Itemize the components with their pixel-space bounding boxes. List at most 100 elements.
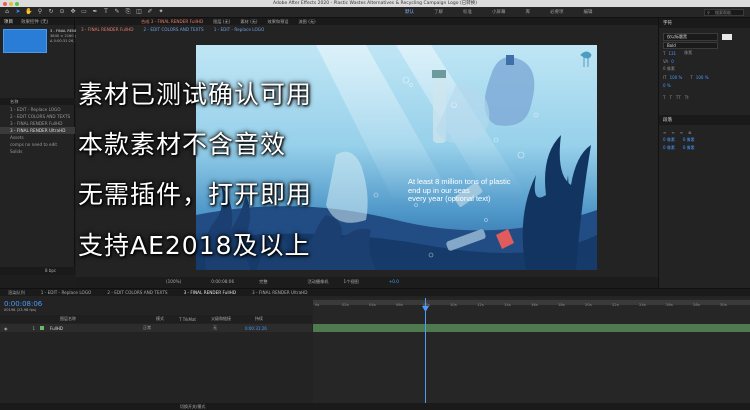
list-item[interactable]: Assets — [0, 134, 75, 141]
eraser-tool-icon[interactable]: ◫ — [135, 8, 143, 16]
type-tool-icon[interactable]: T — [102, 8, 110, 16]
font-style-dropdown[interactable]: Bold — [663, 41, 718, 49]
workspace-learn[interactable]: 了解 — [434, 9, 443, 15]
roto-brush-tool-icon[interactable]: ✐ — [146, 8, 154, 16]
pen-tool-icon[interactable]: ✒ — [91, 8, 99, 16]
current-timecode[interactable]: 0:00:08:06 — [4, 300, 42, 308]
rotate-tool-icon[interactable]: ↻ — [47, 8, 55, 16]
layer-parent-dropdown[interactable]: 无 — [213, 325, 217, 331]
column-header[interactable]: T TrkMat — [179, 317, 196, 322]
workspace-standard[interactable]: 标准 — [463, 9, 472, 15]
visibility-eye-icon[interactable]: ◉ — [4, 326, 8, 331]
all-caps-button[interactable]: TT — [676, 95, 681, 100]
indent-right-value[interactable]: 0 像素 — [663, 145, 675, 151]
minimize-window-button[interactable] — [9, 1, 13, 6]
hand-tool-icon[interactable]: ✋ — [25, 8, 33, 16]
workspace-default[interactable]: 默认 — [405, 9, 414, 15]
tsume-value[interactable]: 0 % — [663, 83, 671, 88]
close-window-button[interactable] — [3, 1, 7, 6]
exposure-value[interactable]: +0.0 — [389, 277, 399, 287]
zoom-tool-icon[interactable]: ⚲ — [36, 8, 44, 16]
selected-item-duration: Δ 0:00:31:26, 23.98 fps — [50, 39, 93, 43]
space-after-value[interactable]: 0 像素 — [683, 145, 695, 151]
workspace-small-screen[interactable]: 小屏幕 — [492, 9, 506, 15]
list-item[interactable]: 3 - FINAL RENDER FullHD — [0, 120, 75, 127]
project-column-header[interactable]: 名称 — [0, 98, 75, 105]
breadcrumb-item[interactable]: 1 - EDIT - Replace LOGO — [209, 25, 270, 34]
vertical-scale-value[interactable]: 100 % — [670, 75, 683, 80]
stroke-width-value[interactable]: 0 像素 — [663, 66, 675, 72]
puppet-tool-icon[interactable]: ✦ — [157, 8, 165, 16]
align-center-icon[interactable]: ≡ — [671, 130, 674, 135]
brush-tool-icon[interactable]: ✎ — [113, 8, 121, 16]
resolution-dropdown[interactable]: 完整 — [259, 277, 267, 287]
clone-stamp-tool-icon[interactable]: ⎘ — [124, 8, 132, 16]
view-layout-dropdown[interactable]: 1个视图 — [343, 277, 358, 287]
layer-duration[interactable]: 0:00:31:26 — [245, 326, 267, 331]
list-item[interactable]: 3 - FINAL RENDER UltraHD — [0, 127, 75, 134]
pan-behind-tool-icon[interactable]: ✥ — [69, 8, 77, 16]
column-header[interactable]: 父级和链接 — [211, 316, 231, 322]
tab-comp-edit-logo[interactable]: 1 - EDIT - Replace LOGO — [33, 289, 100, 296]
tab-comp-final-ultrahd[interactable]: 3 - FINAL RENDER UltraHD — [244, 289, 315, 296]
zoom-level-dropdown[interactable]: (100%) — [166, 277, 181, 287]
font-size-value[interactable]: 131 — [668, 51, 676, 56]
tab-effect-controls[interactable]: 效果控件 (无) — [17, 19, 52, 25]
layer-mode-dropdown[interactable]: 正常 — [143, 325, 151, 331]
list-item[interactable]: 1 - EDIT - Replace LOGO — [0, 106, 75, 113]
toggle-switches-modes-button[interactable]: 切换开关/模式 — [180, 404, 205, 409]
composition-panel-tabs: 合成 3 - FINAL RENDER FullHD 图层 (无) 素材 (无)… — [76, 18, 658, 25]
project-footer-bpc[interactable]: 8 bpc — [0, 267, 75, 275]
workspace-libraries[interactable]: 库 — [526, 9, 531, 15]
indent-left-value[interactable]: 0 像素 — [663, 137, 675, 143]
zoom-window-button[interactable] — [15, 1, 19, 6]
camera-tool-icon[interactable]: ⊙ — [58, 8, 66, 16]
tracking-icon: VA — [663, 58, 669, 64]
home-icon[interactable]: ⌂ — [3, 8, 11, 16]
table-row[interactable]: ◉ 1 FullHD 正常 无 0:00:31:26 — [0, 324, 312, 332]
layer-name[interactable]: FullHD — [50, 326, 63, 331]
space-before-value[interactable]: 0 像素 — [683, 137, 695, 143]
fill-color-swatch[interactable] — [722, 33, 732, 40]
column-header[interactable]: 持续 — [255, 316, 263, 322]
selection-tool-icon[interactable]: ➤ — [14, 8, 22, 16]
workspace-essentials[interactable]: 必要项 — [550, 9, 564, 15]
current-time-display[interactable]: 0:00:08:06 — [211, 277, 234, 287]
tab-flowchart[interactable]: 流图 (无) — [293, 18, 320, 25]
timeline-track-area[interactable] — [313, 298, 750, 410]
justify-icon[interactable]: ≣ — [688, 130, 691, 135]
tab-project[interactable]: 项目 — [0, 19, 17, 25]
list-item[interactable]: comps no need to edit — [0, 141, 75, 148]
layer-duration-bar[interactable] — [313, 324, 750, 332]
time-ruler[interactable]: 0s 02s 04s 06s 08s 10s 12s 14s 16s 18s 2… — [313, 298, 750, 312]
tab-composition[interactable]: 合成 3 - FINAL RENDER FullHD — [136, 18, 208, 25]
tab-effects-presets[interactable]: 效果和预设 — [263, 18, 294, 25]
breadcrumb-item[interactable]: 3 - FINAL RENDER FullHD — [76, 25, 138, 34]
search-help-input[interactable]: ⚲ 搜索帮助 — [704, 8, 744, 16]
faux-bold-button[interactable]: T — [663, 95, 665, 100]
layer-label-color[interactable] — [40, 326, 45, 330]
align-right-icon[interactable]: ≡ — [680, 130, 683, 135]
column-header[interactable]: 图层名称 — [60, 316, 76, 322]
workspace-editing[interactable]: 编辑 — [584, 9, 593, 15]
playhead[interactable] — [425, 298, 426, 410]
tab-comp-edit-colors[interactable]: 2 - EDIT COLORS AND TEXTS — [99, 289, 175, 296]
small-caps-button[interactable]: Tt — [685, 95, 689, 100]
tab-render-queue[interactable]: 渲染队列 — [0, 289, 33, 296]
list-item[interactable]: Solids — [0, 148, 75, 155]
tracking-value[interactable]: 0 — [671, 59, 674, 64]
faux-italic-button[interactable]: T — [669, 95, 671, 100]
active-camera-dropdown[interactable]: 活动摄像机 — [308, 277, 329, 287]
font-family-dropdown[interactable]: 仅以标题黑 — [663, 32, 718, 41]
tab-comp-final-fullhd[interactable]: 3 - FINAL RENDER FullHD — [176, 289, 244, 296]
horizontal-scale-value[interactable]: 100 % — [696, 75, 709, 80]
list-item[interactable]: 2 - EDIT COLORS AND TEXTS — [0, 113, 75, 120]
align-left-icon[interactable]: ≡ — [663, 130, 666, 135]
ruler-tick-label: 16s — [531, 302, 538, 307]
selected-item-info: 3 - FINAL RENDER UltraHD ▾ 3840 × 2160 (… — [50, 29, 101, 44]
column-header[interactable]: 模式 — [156, 316, 164, 322]
tab-footage[interactable]: 素材 (无) — [235, 18, 262, 25]
rectangle-tool-icon[interactable]: ▭ — [80, 8, 88, 16]
tab-layer[interactable]: 图层 (无) — [208, 18, 235, 25]
breadcrumb-item[interactable]: 2 - EDIT COLORS AND TEXTS — [138, 25, 208, 34]
